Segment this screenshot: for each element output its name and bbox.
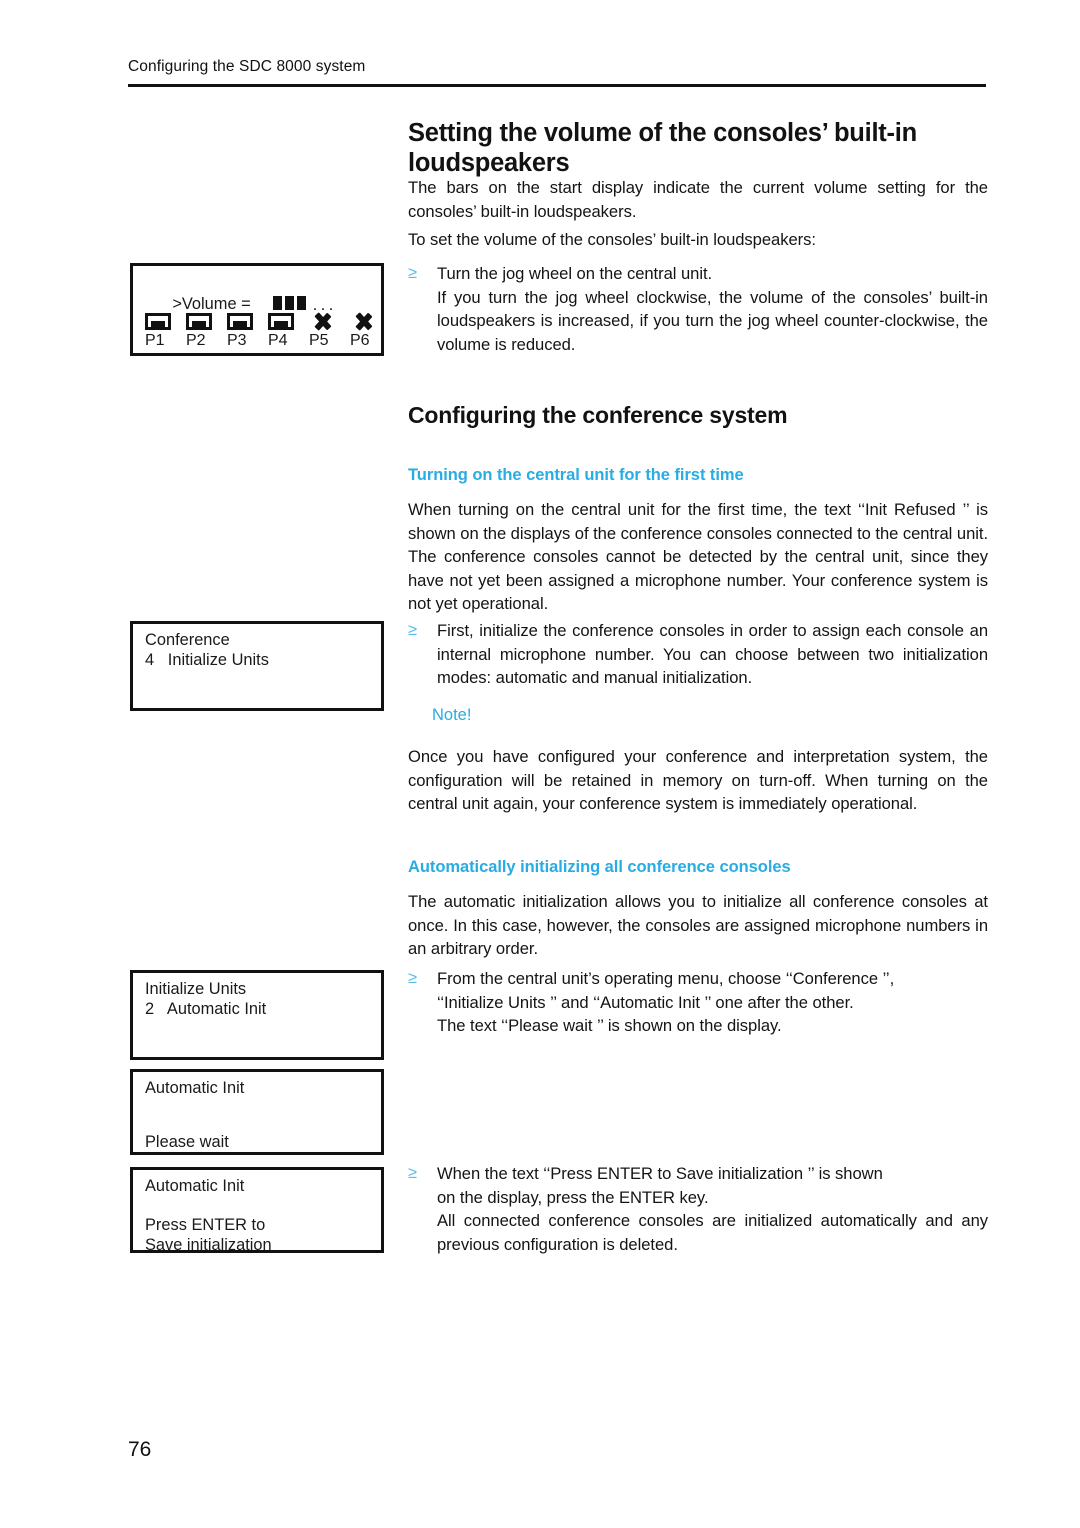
channel-p4: P4 [268,313,309,349]
channel-label: P6 [350,332,370,349]
speaker-icon [186,313,212,330]
volume-bar-empty: ... [312,296,337,314]
section-title: Configuring the conference system [408,402,788,428]
note-body-block: Once you have configured your conference… [408,745,988,816]
muted-x-icon [309,313,335,330]
volume-bar-filled [272,296,282,310]
lcd-press-enter-display: Automatic Init Press ENTER to Save initi… [130,1167,384,1254]
subsection-title: Turning on the central unit for the firs… [408,466,744,484]
lcd-menu-label: Initialize Units [167,651,269,669]
channel-p1: P1 [145,313,186,349]
document-page: Configuring the SDC 8000 system Setting … [0,0,1080,1528]
bullet-text: First, initialize the conference console… [437,621,988,687]
lcd-conference-display: Conference 4 Initialize Units [130,621,384,711]
lcd-line-2: 4 Initialize Units [145,650,269,670]
bullet-line-2: on the display, press the ENTER key. [437,1187,709,1207]
auto-init-paragraph: The automatic initialization allows you … [408,890,988,961]
lcd-line-2: Press ENTER to [145,1216,266,1234]
subsection-title-block-1: Turning on the central unit for the firs… [408,466,988,486]
channel-label: P5 [309,332,329,349]
channel-p6: P6 [350,313,391,349]
bullet-line-1: From the central unit’s operating menu, … [437,969,895,988]
bullet-line-1: Turn the jog wheel on the central unit. [437,264,713,283]
lcd-please-wait-display: Automatic Init Please wait [130,1069,384,1155]
lcd-text: >Volume = [172,295,251,313]
bullet-line-3: The text ‘‘Please wait ’’ is shown on th… [437,1016,782,1035]
lcd-menu-index: 4 [145,651,155,669]
subsection-title: Automatically initializing all conferenc… [408,858,791,876]
channel-label: P3 [227,332,247,349]
bullet-line-2: ‘‘Initialize Units ’’ and ‘‘Automatic In… [437,992,854,1012]
lcd-menu-index: 2 [145,1000,155,1018]
bullet-marker-icon: ≥ [408,969,418,987]
paragraph-text: Once you have configured your conference… [408,747,988,813]
paragraph-text: When turning on the central unit for the… [408,500,988,613]
channel-p5: P5 [309,313,350,349]
lcd-initialize-units-display: Initialize Units 2 Automatic Init [130,970,384,1060]
volume-instruction-lead: To set the volume of the consoles’ built… [408,228,988,252]
speaker-icon [268,313,294,330]
speaker-icon [145,313,171,330]
lcd-line-2: 2 Automatic Init [145,999,266,1019]
lcd-volume-display: >Volume = ... P1 P2 P3 P4 P5 P6 [130,263,384,356]
turning-on-paragraph: When turning on the central unit for the… [408,498,988,616]
lcd-line-1: Conference [145,631,230,649]
muted-x-icon [350,313,376,330]
initialize-bullet-item: ≥ First, initialize the conference conso… [408,619,988,690]
bullet-marker-icon: ≥ [408,1164,418,1182]
lcd-line-2: Please wait [145,1133,229,1151]
channel-label: P2 [186,332,206,349]
menu-choice-bullet-item: ≥ From the central unit’s operating menu… [408,967,988,1038]
header-rule [128,84,986,87]
section-title-block: Configuring the conference system [408,402,988,429]
channel-p3: P3 [227,313,268,349]
lcd-line-1: Initialize Units [145,980,247,998]
lcd-channel-row: P1 P2 P3 P4 P5 P6 [145,313,391,349]
volume-bar-filled [296,296,306,310]
lcd-line-1: Automatic Init [145,1177,245,1195]
lcd-line-1: Automatic Init [145,1079,245,1097]
subsection-title-block-2: Automatically initializing all conferenc… [408,858,988,878]
volume-intro-paragraph: The bars on the start display indicate t… [408,176,988,223]
paragraph-text: To set the volume of the consoles’ built… [408,230,816,249]
bullet-marker-icon: ≥ [408,264,418,282]
volume-bar-filled [284,296,294,310]
note-label: Note! [432,706,472,724]
bullet-line-3: All connected conference consoles are in… [437,1211,988,1254]
bullet-line-1: When the text ‘‘Press ENTER to Save init… [437,1164,883,1183]
paragraph-text: The bars on the start display indicate t… [408,178,988,221]
volume-bullet-item: ≥ Turn the jog wheel on the central unit… [408,262,988,356]
lcd-line-3: Save initialization [145,1236,272,1254]
bullet-marker-icon: ≥ [408,621,418,639]
running-header: Configuring the SDC 8000 system [128,58,366,75]
page-title-block: Setting the volume of the consoles’ buil… [408,118,988,178]
channel-label: P1 [145,332,165,349]
bullet-line-2: If you turn the jog wheel clockwise, the… [437,287,988,354]
speaker-icon [227,313,253,330]
channel-p2: P2 [186,313,227,349]
page-number: 76 [128,1438,152,1461]
note-label-block: Note! [432,706,988,726]
page-title: Setting the volume of the consoles’ buil… [408,119,917,178]
press-enter-bullet-item: ≥ When the text ‘‘Press ENTER to Save in… [408,1162,988,1256]
lcd-menu-label: Automatic Init [166,1000,267,1018]
channel-label: P4 [268,332,288,349]
paragraph-text: The automatic initialization allows you … [408,892,988,958]
